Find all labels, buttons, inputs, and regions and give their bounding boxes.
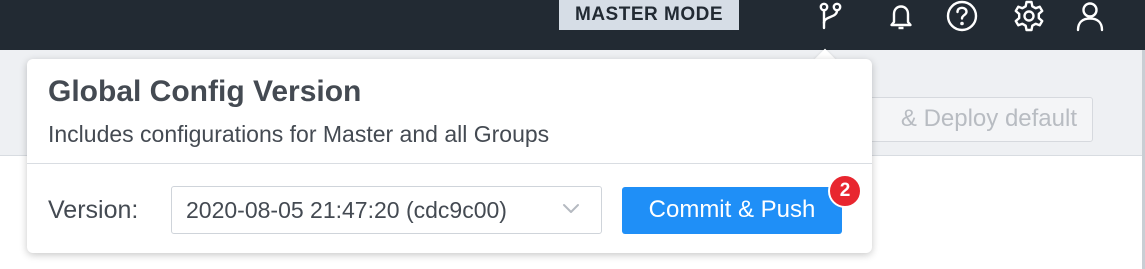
pending-commit-count-badge: 2 [828, 174, 862, 208]
chevron-down-icon [562, 202, 580, 221]
global-config-version-popover: Global Config Version Includes configura… [27, 59, 872, 253]
version-select-value: 2020-08-05 21:47:20 (cdc9c00) [186, 197, 507, 223]
git-branch-icon[interactable] [813, 0, 847, 32]
top-navigation-bar: MASTER MODE [0, 0, 1145, 50]
popover-divider [27, 163, 872, 164]
version-label: Version: [48, 196, 139, 224]
user-icon[interactable] [1073, 0, 1107, 32]
commit-push-button[interactable]: Commit & Push [622, 187, 842, 234]
help-icon[interactable] [945, 0, 979, 32]
popover-subtitle: Includes configurations for Master and a… [48, 121, 550, 147]
version-select[interactable]: 2020-08-05 21:47:20 (cdc9c00) [171, 186, 602, 234]
master-mode-badge: MASTER MODE [559, 0, 739, 30]
popover-title: Global Config Version [48, 75, 362, 108]
bell-icon[interactable] [884, 0, 918, 32]
gear-icon[interactable] [1012, 0, 1046, 32]
